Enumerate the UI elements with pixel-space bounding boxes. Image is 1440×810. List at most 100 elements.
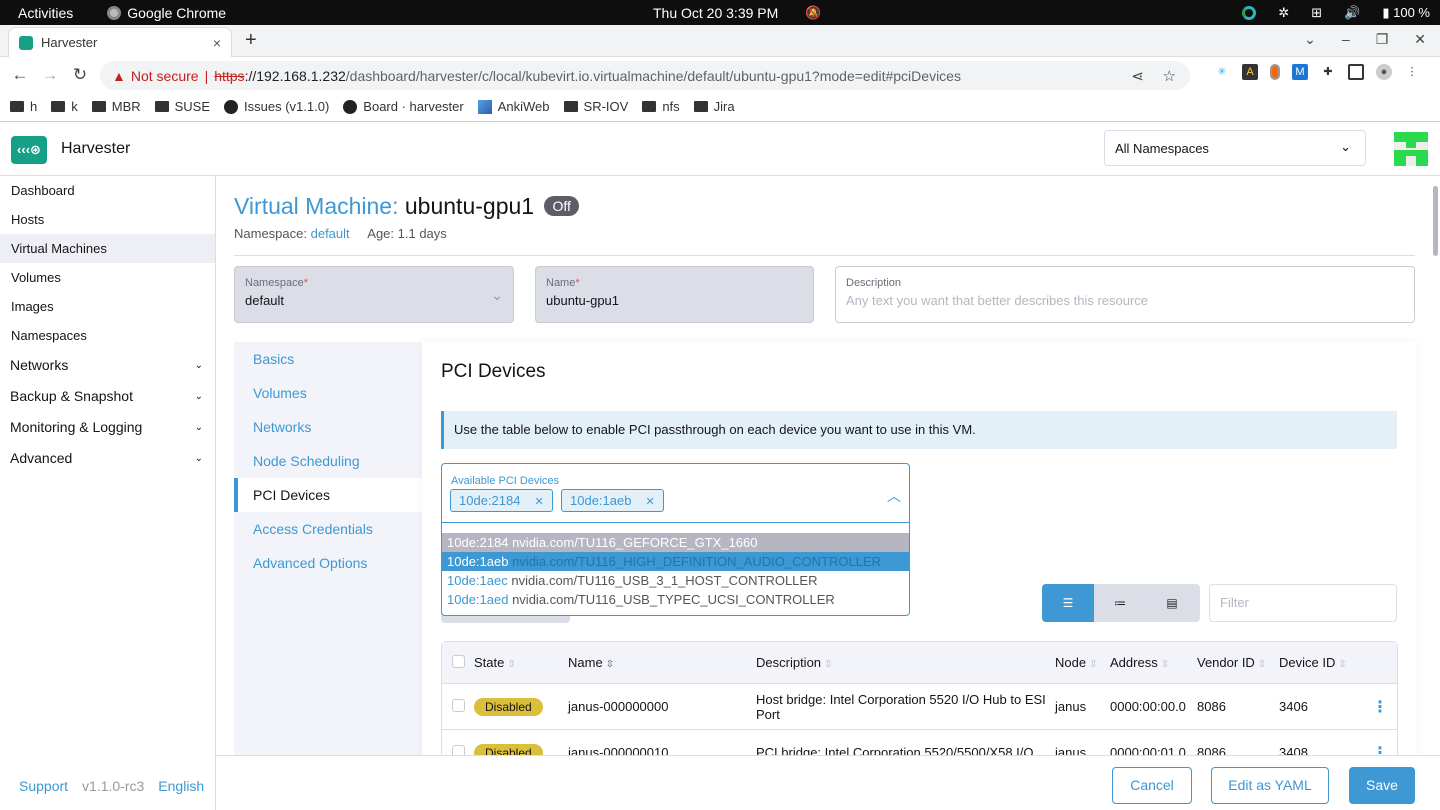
bookmark-board[interactable]: Board · harvester <box>343 99 464 114</box>
description-field-label: Description <box>846 277 902 289</box>
chevron-down-icon: ⌄ <box>194 391 203 402</box>
address-bar[interactable]: ▲ Not secure | https://192.168.1.232/das… <box>100 61 1190 90</box>
new-tab-button[interactable]: + <box>245 29 257 52</box>
minimize-icon[interactable]: – <box>1342 31 1350 48</box>
folder-icon <box>10 101 24 112</box>
tab-volumes[interactable]: Volumes <box>234 376 422 410</box>
node-group-view-icon[interactable]: ▤ <box>1146 584 1198 622</box>
version-label: v1.1.0-rc3 <box>82 778 145 794</box>
profile-avatar-icon[interactable]: ● <box>1376 64 1392 80</box>
nav-group-backup-snapshot[interactable]: Backup & Snapshot ⌄ <box>0 381 215 412</box>
namespace-field[interactable]: Namespace* default ⌄ <box>234 266 514 323</box>
nav-group-networks[interactable]: Networks ⌄ <box>0 350 215 381</box>
flat-list-view-icon[interactable]: ☰ <box>1042 584 1094 622</box>
column-state[interactable]: State ⇳ <box>474 655 568 670</box>
save-button[interactable]: Save <box>1349 767 1415 804</box>
harvester-logo-icon[interactable]: ‹‹‹⊛ <box>11 136 47 164</box>
dropdown-option[interactable]: 10de:1aed nvidia.com/TU116_USB_TYPEC_UCS… <box>442 590 909 609</box>
nav-virtual-machines[interactable]: Virtual Machines <box>0 234 215 263</box>
close-window-icon[interactable]: ✕ <box>1414 31 1426 48</box>
select-all-checkbox[interactable] <box>452 654 465 668</box>
extensions-puzzle-icon[interactable]: ✚ <box>1320 64 1336 80</box>
edit-as-yaml-button[interactable]: Edit as YAML <box>1211 767 1329 804</box>
back-icon[interactable]: ← <box>5 65 35 85</box>
nav-namespaces[interactable]: Namespaces <box>0 321 215 350</box>
nav-images[interactable]: Images <box>0 292 215 321</box>
dropdown-option[interactable]: 10de:2184 nvidia.com/TU116_GEFORCE_GTX_1… <box>442 533 909 552</box>
column-name[interactable]: Name ⇳ <box>568 655 756 670</box>
filter-input[interactable]: Filter <box>1209 584 1397 622</box>
reload-icon[interactable]: ↻ <box>65 65 95 85</box>
maximize-icon[interactable]: ❐ <box>1376 31 1389 48</box>
chevron-up-icon[interactable]: ︿ <box>887 486 901 506</box>
bookmark-ankiweb[interactable]: AnkiWeb <box>477 99 550 114</box>
table-row[interactable]: Disabled janus-000000000 Host bridge: In… <box>442 684 1397 730</box>
dropdown-option[interactable]: 10de:1aeb nvidia.com/TU116_HIGH_DEFINITI… <box>442 552 909 571</box>
bookmark-jira[interactable]: Jira <box>693 99 735 114</box>
bookmark-k[interactable]: k <box>51 99 78 114</box>
activities-button[interactable]: Activities <box>18 5 73 21</box>
bookmark-star-icon[interactable]: ☆ <box>1163 67 1176 85</box>
nav-volumes[interactable]: Volumes <box>0 263 215 292</box>
cancel-button[interactable]: Cancel <box>1112 767 1192 804</box>
app-menu[interactable]: Google Chrome <box>107 5 226 21</box>
nav-hosts[interactable]: Hosts <box>0 205 215 234</box>
extension-icon[interactable]: A <box>1242 64 1258 80</box>
column-description[interactable]: Description ⇳ <box>756 655 1055 670</box>
m-extension-icon[interactable]: M <box>1292 64 1308 80</box>
resource-kind-link[interactable]: Virtual Machine: <box>234 193 399 219</box>
tab-search-icon[interactable]: ⌄ <box>1304 31 1316 48</box>
harvester-h-logo-icon[interactable] <box>1394 132 1428 166</box>
table-row[interactable]: Disabled janus-000000010 PCI bridge: Int… <box>442 730 1397 755</box>
nav-dashboard[interactable]: Dashboard <box>0 176 215 205</box>
toggle-extension-icon[interactable] <box>1270 64 1280 80</box>
row-checkbox[interactable] <box>452 698 465 712</box>
available-pci-devices-select[interactable]: Available PCI Devices 10de:2184 ✕ 10de:1a… <box>441 463 910 616</box>
tab-access-credentials[interactable]: Access Credentials <box>234 512 422 546</box>
dropdown-option[interactable]: 10de:1aec nvidia.com/TU116_USB_3_1_HOST_… <box>442 571 909 590</box>
remove-chip-icon[interactable]: ✕ <box>645 496 654 508</box>
remove-chip-icon[interactable]: ✕ <box>534 496 543 508</box>
browser-tab[interactable]: Harvester × <box>8 27 232 57</box>
tab-node-scheduling[interactable]: Node Scheduling <box>234 444 422 478</box>
row-actions-icon[interactable]: ⋮ <box>1365 697 1395 717</box>
name-field[interactable]: Name* ubuntu-gpu1 <box>535 266 814 323</box>
perplexity-extension-icon[interactable]: ✳ <box>1214 64 1230 80</box>
bookmark-nfs[interactable]: nfs <box>642 99 680 114</box>
bookmark-h[interactable]: h <box>10 99 37 114</box>
column-device-id[interactable]: Device ID ⇳ <box>1279 655 1365 670</box>
not-secure-label[interactable]: Not secure <box>131 68 199 84</box>
column-node[interactable]: Node ⇳ <box>1055 655 1110 670</box>
column-vendor-id[interactable]: Vendor ID ⇳ <box>1197 655 1279 670</box>
resource-name: ubuntu-gpu1 <box>404 193 535 219</box>
namespace-filter-select[interactable]: All Namespaces ⌄ <box>1104 130 1366 166</box>
row-checkbox[interactable] <box>452 744 465 755</box>
tab-basics[interactable]: Basics <box>234 342 422 376</box>
forward-icon[interactable]: → <box>35 65 65 85</box>
support-link[interactable]: Support <box>19 778 68 794</box>
system-tray[interactable]: ✲ ⊞ 🔊 ▮ 100 % <box>1242 5 1430 21</box>
chrome-menu-icon[interactable]: ⋮ <box>1404 64 1420 80</box>
github-icon <box>343 99 358 114</box>
share-icon[interactable]: ⋖ <box>1131 67 1144 85</box>
bookmark-mbr[interactable]: MBR <box>91 99 141 114</box>
side-panel-icon[interactable] <box>1348 64 1364 80</box>
tab-networks[interactable]: Networks <box>234 410 422 444</box>
bookmark-suse[interactable]: SUSE <box>154 99 210 114</box>
nav-group-monitoring-logging[interactable]: Monitoring & Logging ⌄ <box>0 412 215 443</box>
close-tab-icon[interactable]: × <box>213 35 221 51</box>
nav-group-advanced[interactable]: Advanced ⌄ <box>0 443 215 474</box>
grouped-list-view-icon[interactable]: ≔ <box>1094 584 1146 622</box>
namespace-meta-link[interactable]: default <box>311 226 350 241</box>
tab-pci-devices[interactable]: PCI Devices <box>234 478 422 512</box>
tab-advanced-options[interactable]: Advanced Options <box>234 546 422 580</box>
description-field[interactable]: Description Any text you want that bette… <box>835 266 1415 323</box>
clock[interactable]: Thu Oct 20 3:39 PM <box>653 5 778 21</box>
row-actions-icon[interactable]: ⋮ <box>1365 743 1395 756</box>
column-address[interactable]: Address ⇳ <box>1110 655 1197 670</box>
bookmark-issues[interactable]: Issues (v1.1.0) <box>224 99 329 114</box>
bookmark-sriov[interactable]: SR-IOV <box>563 99 628 114</box>
language-selector[interactable]: English <box>158 778 204 794</box>
divider: | <box>204 67 209 84</box>
page-scrollbar[interactable] <box>1432 176 1440 256</box>
